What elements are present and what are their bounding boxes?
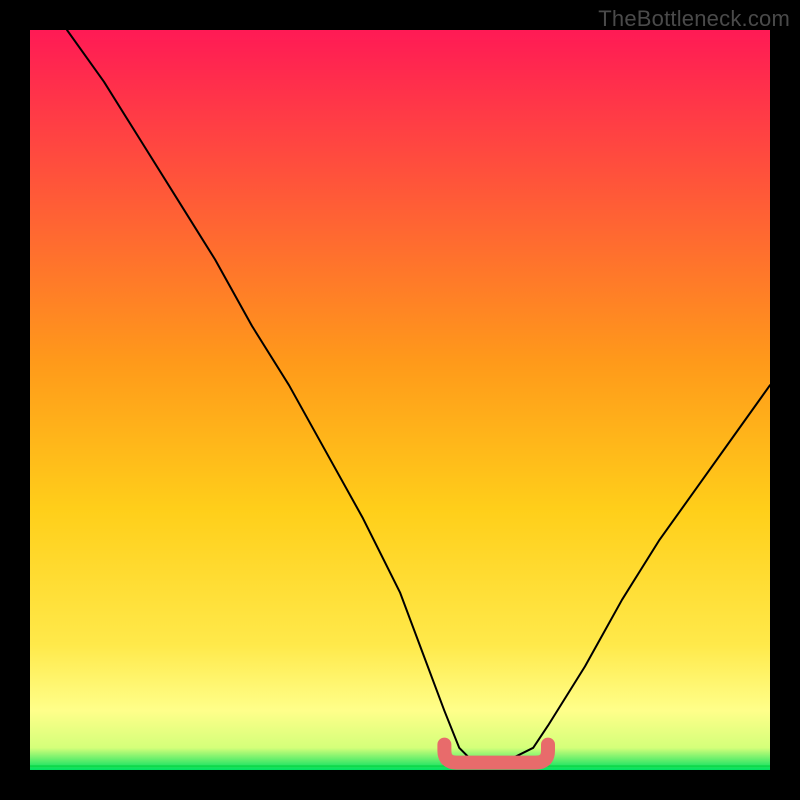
chart-frame: TheBottleneck.com: [0, 0, 800, 800]
bottleneck-chart: [30, 30, 770, 770]
plot-area: [30, 30, 770, 770]
watermark-text: TheBottleneck.com: [598, 6, 790, 32]
